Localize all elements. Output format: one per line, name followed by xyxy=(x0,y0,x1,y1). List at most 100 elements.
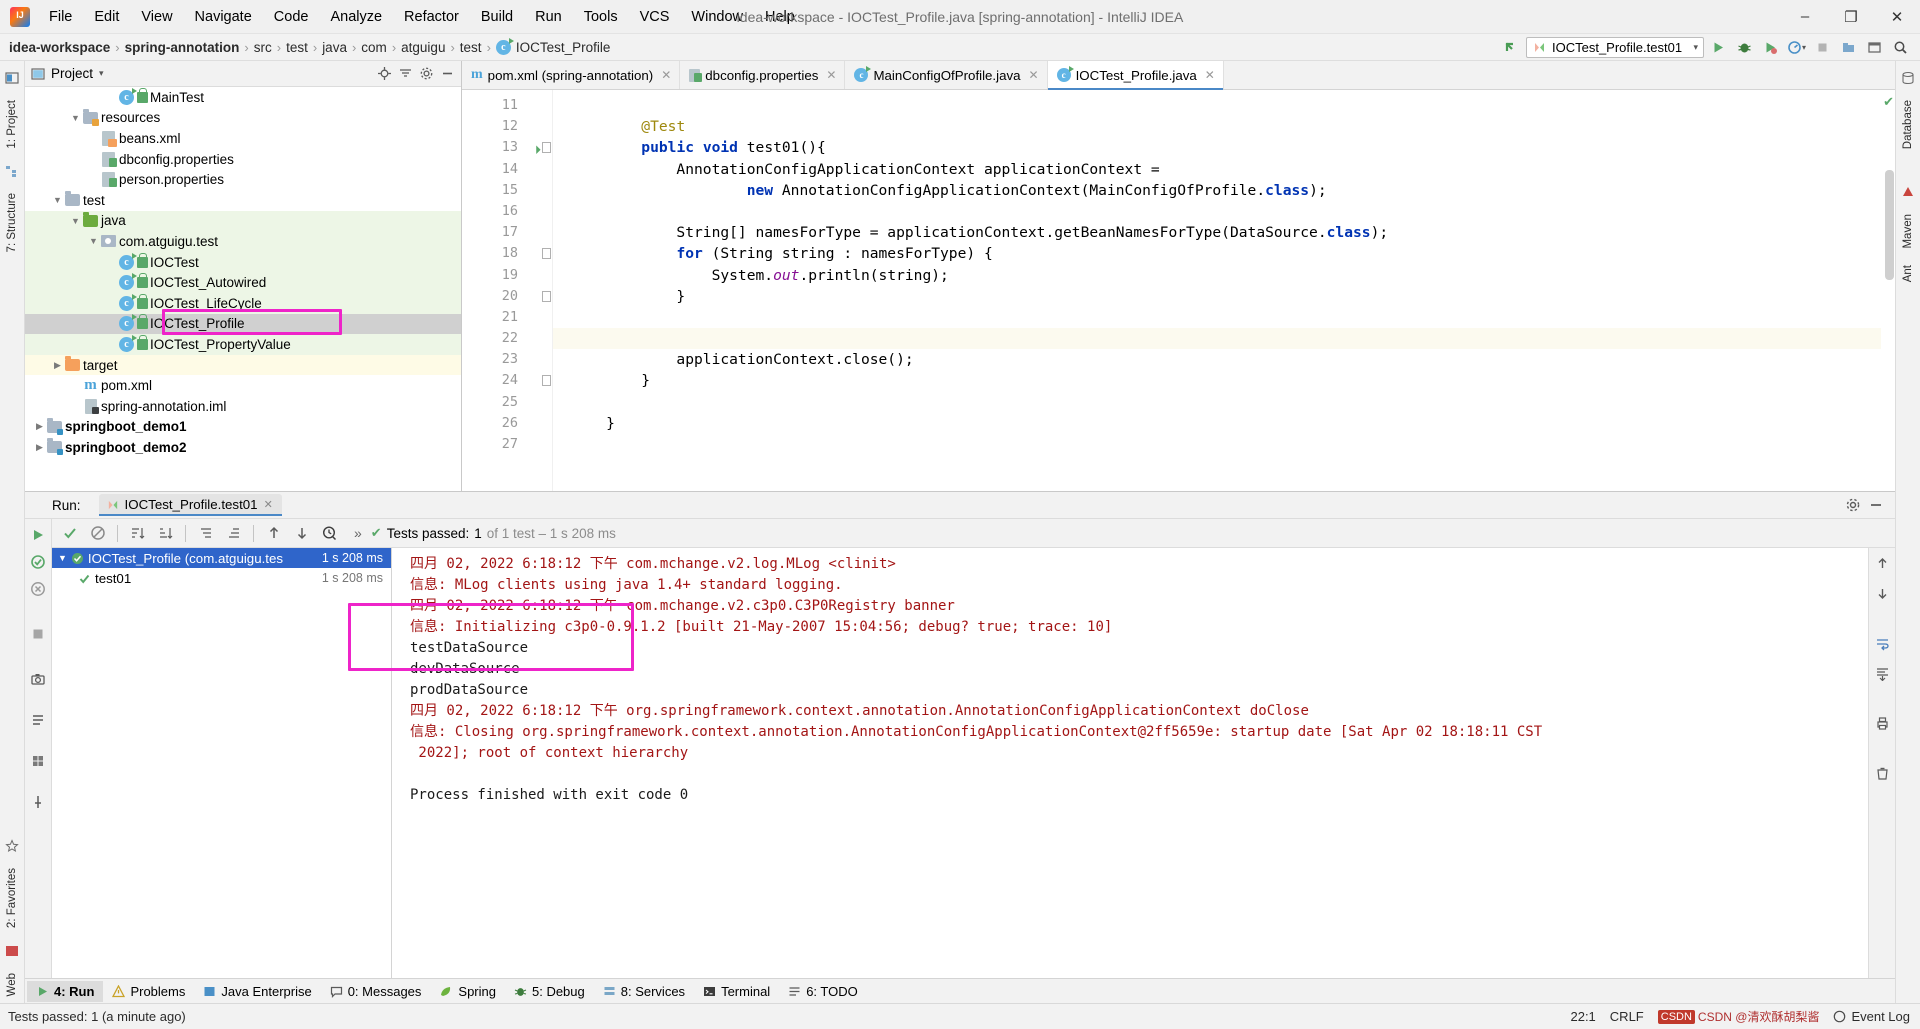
collapse-all-button[interactable] xyxy=(224,524,243,543)
chevron-down-icon[interactable]: ▾ xyxy=(1693,42,1698,53)
soft-wrap-button[interactable] xyxy=(1873,634,1892,653)
breadcrumb-idea-workspace[interactable]: idea-workspace xyxy=(9,40,110,55)
tree-node-test[interactable]: ▼ test xyxy=(25,190,461,211)
panel-settings-icon[interactable] xyxy=(419,66,434,81)
test-tree-row[interactable]: test01 1 s 208 ms xyxy=(52,568,391,588)
bottom-tab-6-todo[interactable]: 6: TODO xyxy=(779,981,867,1002)
editor-marker-strip[interactable]: ✔ xyxy=(1881,90,1895,491)
chevron-down-icon[interactable]: ▾ xyxy=(99,68,104,79)
bottom-tab-terminal[interactable]: Terminal xyxy=(694,981,779,1002)
sidebar-tab-project[interactable]: 1: Project xyxy=(3,93,21,156)
minimize-button[interactable]: – xyxy=(1782,0,1828,34)
menu-refactor[interactable]: Refactor xyxy=(393,5,470,29)
tree-node-dbconfig-properties[interactable]: dbconfig.properties xyxy=(25,149,461,170)
code-line[interactable] xyxy=(553,307,1881,328)
code-line[interactable]: System.out.println(string); xyxy=(553,265,1881,286)
maximize-button[interactable]: ❐ xyxy=(1828,0,1874,34)
code-line[interactable]: new AnnotationConfigApplicationContext(M… xyxy=(553,180,1881,201)
run-with-coverage-button[interactable] xyxy=(1759,36,1782,59)
breadcrumb-src[interactable]: src xyxy=(254,40,272,55)
tree-node-ioctest-lifecycle[interactable]: c IOCTest_LifeCycle xyxy=(25,292,461,314)
breadcrumb-test[interactable]: test xyxy=(286,40,308,55)
code-fold-icon[interactable] xyxy=(542,375,551,387)
profiler-button[interactable]: ▾ xyxy=(1785,36,1808,59)
test-result-tree[interactable]: ▼ IOCTest_Profile (com.atguigu.tes 1 s 208… xyxy=(52,548,392,978)
favorites-star-button[interactable] xyxy=(29,751,48,770)
tree-expand-arrow[interactable]: ▶ xyxy=(33,421,46,432)
locate-file-icon[interactable] xyxy=(377,66,392,81)
bottom-tab-5-debug[interactable]: 5: Debug xyxy=(505,981,594,1002)
tree-expand-arrow[interactable]: ▶ xyxy=(33,442,46,453)
code-line[interactable] xyxy=(553,328,1881,350)
tree-node-java[interactable]: ▼ java xyxy=(25,210,461,232)
editor-tab-dbconfig-properties[interactable]: dbconfig.properties ✕ xyxy=(680,61,846,89)
editor-tab-pom-xml-spring-annotation-[interactable]: m pom.xml (spring-annotation) ✕ xyxy=(462,61,681,89)
menu-vcs[interactable]: VCS xyxy=(629,5,681,29)
editor-scrollbar-thumb[interactable] xyxy=(1885,170,1894,280)
sidebar-tab-ant[interactable]: Ant xyxy=(1899,258,1917,289)
update-project-icon[interactable] xyxy=(1500,36,1523,59)
code-line[interactable]: } xyxy=(553,413,1881,434)
breadcrumb-spring-annotation[interactable]: spring-annotation xyxy=(125,40,240,55)
bottom-tab-0-messages[interactable]: 0: Messages xyxy=(321,981,431,1002)
stop-process-button[interactable] xyxy=(29,579,48,598)
menu-run[interactable]: Run xyxy=(524,5,573,29)
test-history-button[interactable] xyxy=(320,524,339,543)
show-passed-tests-button[interactable] xyxy=(60,524,79,543)
tree-node-maintest[interactable]: c MainTest xyxy=(25,87,461,108)
collapse-all-icon[interactable] xyxy=(398,66,413,81)
tree-node-ioctest-propertyvalue[interactable]: c IOCTest_PropertyValue xyxy=(25,334,461,355)
scroll-up-button[interactable] xyxy=(1873,554,1892,573)
sort-by-duration-button[interactable] xyxy=(156,524,175,543)
editor-tab-ioctest-profile-java[interactable]: c IOCTest_Profile.java ✕ xyxy=(1047,61,1224,90)
editor-tab-mainconfigofprofile-java[interactable]: c MainConfigOfProfile.java ✕ xyxy=(845,61,1048,89)
close-icon[interactable]: ✕ xyxy=(661,68,671,82)
build-project-button[interactable] xyxy=(1837,36,1860,59)
menu-build[interactable]: Build xyxy=(470,5,524,29)
sidebar-tab-favorites[interactable]: 2: Favorites xyxy=(3,861,21,935)
tree-expand-arrow[interactable]: ▼ xyxy=(69,216,82,226)
rerun-failed-tests-button[interactable] xyxy=(29,552,48,571)
menu-window[interactable]: Window xyxy=(680,5,754,29)
tree-node-spring-annotation-iml[interactable]: spring-annotation.iml xyxy=(25,396,461,417)
sidebar-tab-maven[interactable]: Maven xyxy=(1899,207,1917,256)
print-button[interactable] xyxy=(1873,714,1892,733)
sidebar-tab-structure[interactable]: 7: Structure xyxy=(3,186,21,259)
caret-position[interactable]: 22:1 xyxy=(1570,1009,1595,1024)
tree-node-com-atguigu-test[interactable]: ▼ com.atguigu.test xyxy=(25,231,461,252)
code-fold-icon[interactable] xyxy=(542,248,551,260)
sidebar-tab-web[interactable]: Web xyxy=(3,966,21,1003)
rerun-button[interactable] xyxy=(29,525,48,544)
tree-node-ioctest[interactable]: c IOCTest xyxy=(25,251,461,273)
line-separator[interactable]: CRLF xyxy=(1610,1009,1644,1024)
breadcrumb-java[interactable]: java xyxy=(322,40,347,55)
code-line[interactable]: applicationContext.close(); xyxy=(553,349,1881,370)
close-icon[interactable]: ✕ xyxy=(264,498,273,511)
menu-navigate[interactable]: Navigate xyxy=(184,5,263,29)
hide-ignored-tests-button[interactable] xyxy=(88,524,107,543)
code-line[interactable]: } xyxy=(553,286,1881,307)
console-output[interactable]: 四月 02, 2022 6:18:12 下午 com.mchange.v2.lo… xyxy=(392,548,1868,978)
menu-tools[interactable]: Tools xyxy=(573,5,629,29)
hide-run-panel-icon[interactable] xyxy=(1864,494,1887,517)
code-line[interactable]: for (String string : namesForType) { xyxy=(553,243,1881,264)
code-line[interactable]: public void test01(){ xyxy=(553,137,1881,158)
sort-alphabetically-button[interactable] xyxy=(128,524,147,543)
breadcrumb-com[interactable]: com xyxy=(361,40,387,55)
camera-snapshot-button[interactable] xyxy=(29,669,48,688)
tree-expand-arrow[interactable]: ▼ xyxy=(69,113,82,123)
search-everywhere-icon[interactable] xyxy=(1889,36,1912,59)
previous-test-button[interactable] xyxy=(264,524,283,543)
tree-expand-arrow[interactable]: ▼ xyxy=(87,236,100,246)
code-line[interactable] xyxy=(553,95,1881,116)
stop-button[interactable] xyxy=(1811,36,1834,59)
breadcrumb-atguigu[interactable]: atguigu xyxy=(401,40,445,55)
code-editor[interactable]: 11 12 13 ⏵ 14 15 16 17 18 19 20 21 22 23 24 25 26 27 @Tes… xyxy=(462,90,1895,491)
code-line[interactable]: @Test xyxy=(553,116,1881,137)
thread-dump-button[interactable] xyxy=(29,710,48,729)
bottom-tab-java-enterprise[interactable]: Java Enterprise xyxy=(194,981,320,1002)
tree-node-springboot-demo1[interactable]: ▶ springboot_demo1 xyxy=(25,417,461,438)
breadcrumb-ioctest-profile[interactable]: c IOCTest_Profile xyxy=(495,37,610,55)
code-line[interactable] xyxy=(553,434,1881,455)
settings-icon[interactable] xyxy=(1863,36,1886,59)
